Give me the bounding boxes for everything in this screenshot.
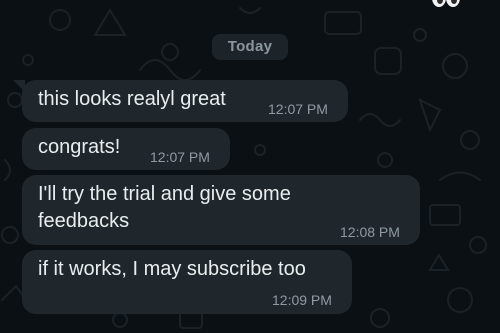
date-separator: Today [212,34,288,60]
message-bubble[interactable]: I'll try the trial and give some feedbac… [22,175,420,245]
message-bubble[interactable]: this looks realyl great 12:07 PM [13,80,348,122]
message-bubble[interactable]: congrats! 12:07 PM [22,128,230,170]
message-text: if it works, I may subscribe too [38,258,306,280]
eyes-emoji-icon [432,0,460,7]
message-text: congrats! [38,136,121,158]
message-bubble[interactable]: if it works, I may subscribe too 12:09 P… [22,250,352,314]
message-text: this looks realyl great [38,88,226,110]
bubble-tail [13,80,25,92]
message-timestamp: 12:07 PM [150,149,210,165]
message-timestamp: 12:09 PM [272,292,332,308]
message-timestamp: 12:07 PM [268,101,328,117]
message-text: I'll try the trial and give some feedbac… [38,183,291,232]
message-timestamp: 12:08 PM [340,224,400,240]
